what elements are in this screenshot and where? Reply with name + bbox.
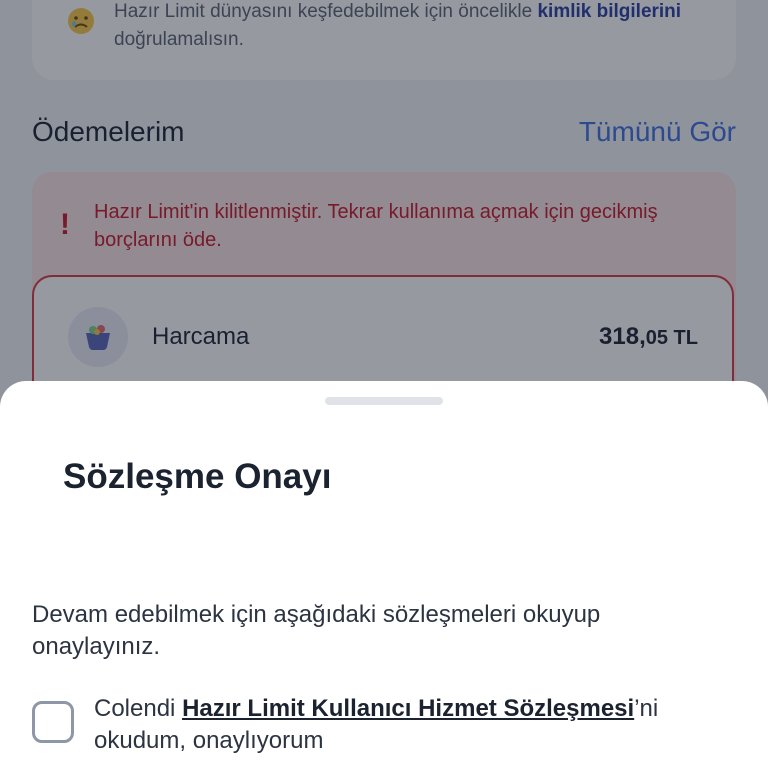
sheet-drag-handle[interactable] — [325, 397, 443, 405]
agreement-link[interactable]: Hazır Limit Kullanıcı Hizmet Sözleşmesi — [182, 695, 634, 722]
consent-checkbox[interactable] — [32, 701, 74, 743]
consent-label: Colendi Hazır Limit Kullanıcı Hizmet Söz… — [94, 695, 659, 754]
sheet-description: Devam edebilmek için aşağıdaki sözleşmel… — [32, 601, 601, 660]
agreement-bottom-sheet: Sözleşme Onayı Devam edebilmek için aşağ… — [0, 381, 768, 781]
sheet-title: Sözleşme Onayı — [63, 457, 332, 496]
